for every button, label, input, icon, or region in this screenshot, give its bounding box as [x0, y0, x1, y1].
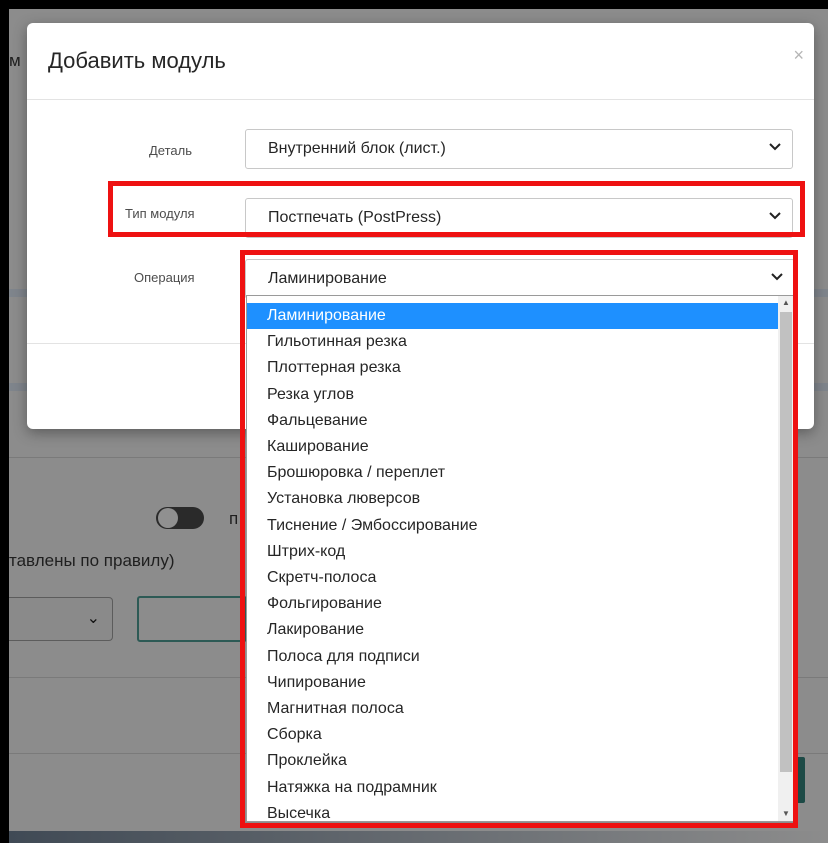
module-type-select-value: Постпечать (PostPress) — [268, 209, 442, 226]
dropdown-option[interactable]: Скретч-полоса — [247, 565, 778, 591]
chevron-down-icon — [771, 273, 783, 281]
field-label-module-type: Тип модуля — [125, 206, 195, 221]
detail-select[interactable]: Внутренний блок (лист.) — [245, 129, 793, 169]
dropdown-option[interactable]: Гильотинная резка — [247, 329, 778, 355]
dropdown-option[interactable]: Проклейка — [247, 748, 778, 774]
bg-input[interactable] — [137, 596, 247, 642]
dropdown-option[interactable]: Ламинирование — [247, 303, 778, 329]
bg-toggle-label: п — [229, 509, 239, 528]
dropdown-option[interactable]: Чипирование — [247, 670, 778, 696]
module-type-select[interactable]: Постпечать (PostPress) — [245, 198, 793, 238]
scrollbar[interactable]: ▲ ▼ — [778, 296, 794, 821]
dropdown-option[interactable]: Каширование — [247, 434, 778, 460]
field-label-operation: Операция — [134, 270, 195, 285]
operation-select-value: Ламинирование — [268, 270, 387, 287]
dropdown-option[interactable]: Фальцевание — [247, 408, 778, 434]
dropdown-option[interactable]: Полоса для подписи — [247, 644, 778, 670]
modal-header: Добавить модуль × — [27, 23, 814, 100]
chevron-down-icon — [769, 212, 781, 220]
operation-dropdown-list[interactable]: Ламинирование Гильотинная резка Плоттерная… — [246, 295, 795, 822]
dropdown-option[interactable]: Магнитная полоса — [247, 696, 778, 722]
dropdown-option[interactable]: Сборка — [247, 722, 778, 748]
dropdown-option[interactable]: Брошюровка / переплет — [247, 460, 778, 486]
screen: м п тавлены по правилу) ⌄ Добавить модул… — [9, 9, 828, 843]
chevron-down-icon: ⌄ — [86, 610, 100, 627]
scroll-down-icon[interactable]: ▼ — [778, 807, 794, 821]
field-label-detail: Деталь — [149, 143, 192, 158]
dropdown-option[interactable]: Штрих-код — [247, 539, 778, 565]
dropdown-option[interactable]: Натяжка на подрамник — [247, 775, 778, 801]
bg-rule-label: тавлены по правилу) — [9, 551, 175, 570]
toggle-knob — [158, 508, 178, 528]
dropdown-option[interactable]: Тиснение / Эмбоссирование — [247, 513, 778, 539]
operation-select[interactable]: Ламинирование — [245, 259, 795, 299]
dropdown-option[interactable]: Плоттерная резка — [247, 355, 778, 381]
bg-select[interactable]: ⌄ — [9, 597, 113, 641]
scroll-up-icon[interactable]: ▲ — [778, 296, 794, 310]
scroll-thumb[interactable] — [780, 312, 792, 772]
dropdown-option[interactable]: Установка люверсов — [247, 486, 778, 512]
bg-edge-text: м — [9, 51, 21, 70]
bg-toggle[interactable] — [156, 507, 204, 529]
detail-select-value: Внутренний блок (лист.) — [268, 140, 446, 157]
dropdown-option[interactable]: Фольгирование — [247, 591, 778, 617]
bg-bottom-bar — [9, 831, 828, 843]
close-icon[interactable]: × — [793, 45, 804, 66]
dropdown-option[interactable]: Высечка — [247, 801, 778, 821]
dropdown-option[interactable]: Лакирование — [247, 617, 778, 643]
chevron-down-icon — [769, 143, 781, 151]
modal-title: Добавить модуль — [48, 48, 226, 73]
dropdown-option[interactable]: Резка углов — [247, 382, 778, 408]
